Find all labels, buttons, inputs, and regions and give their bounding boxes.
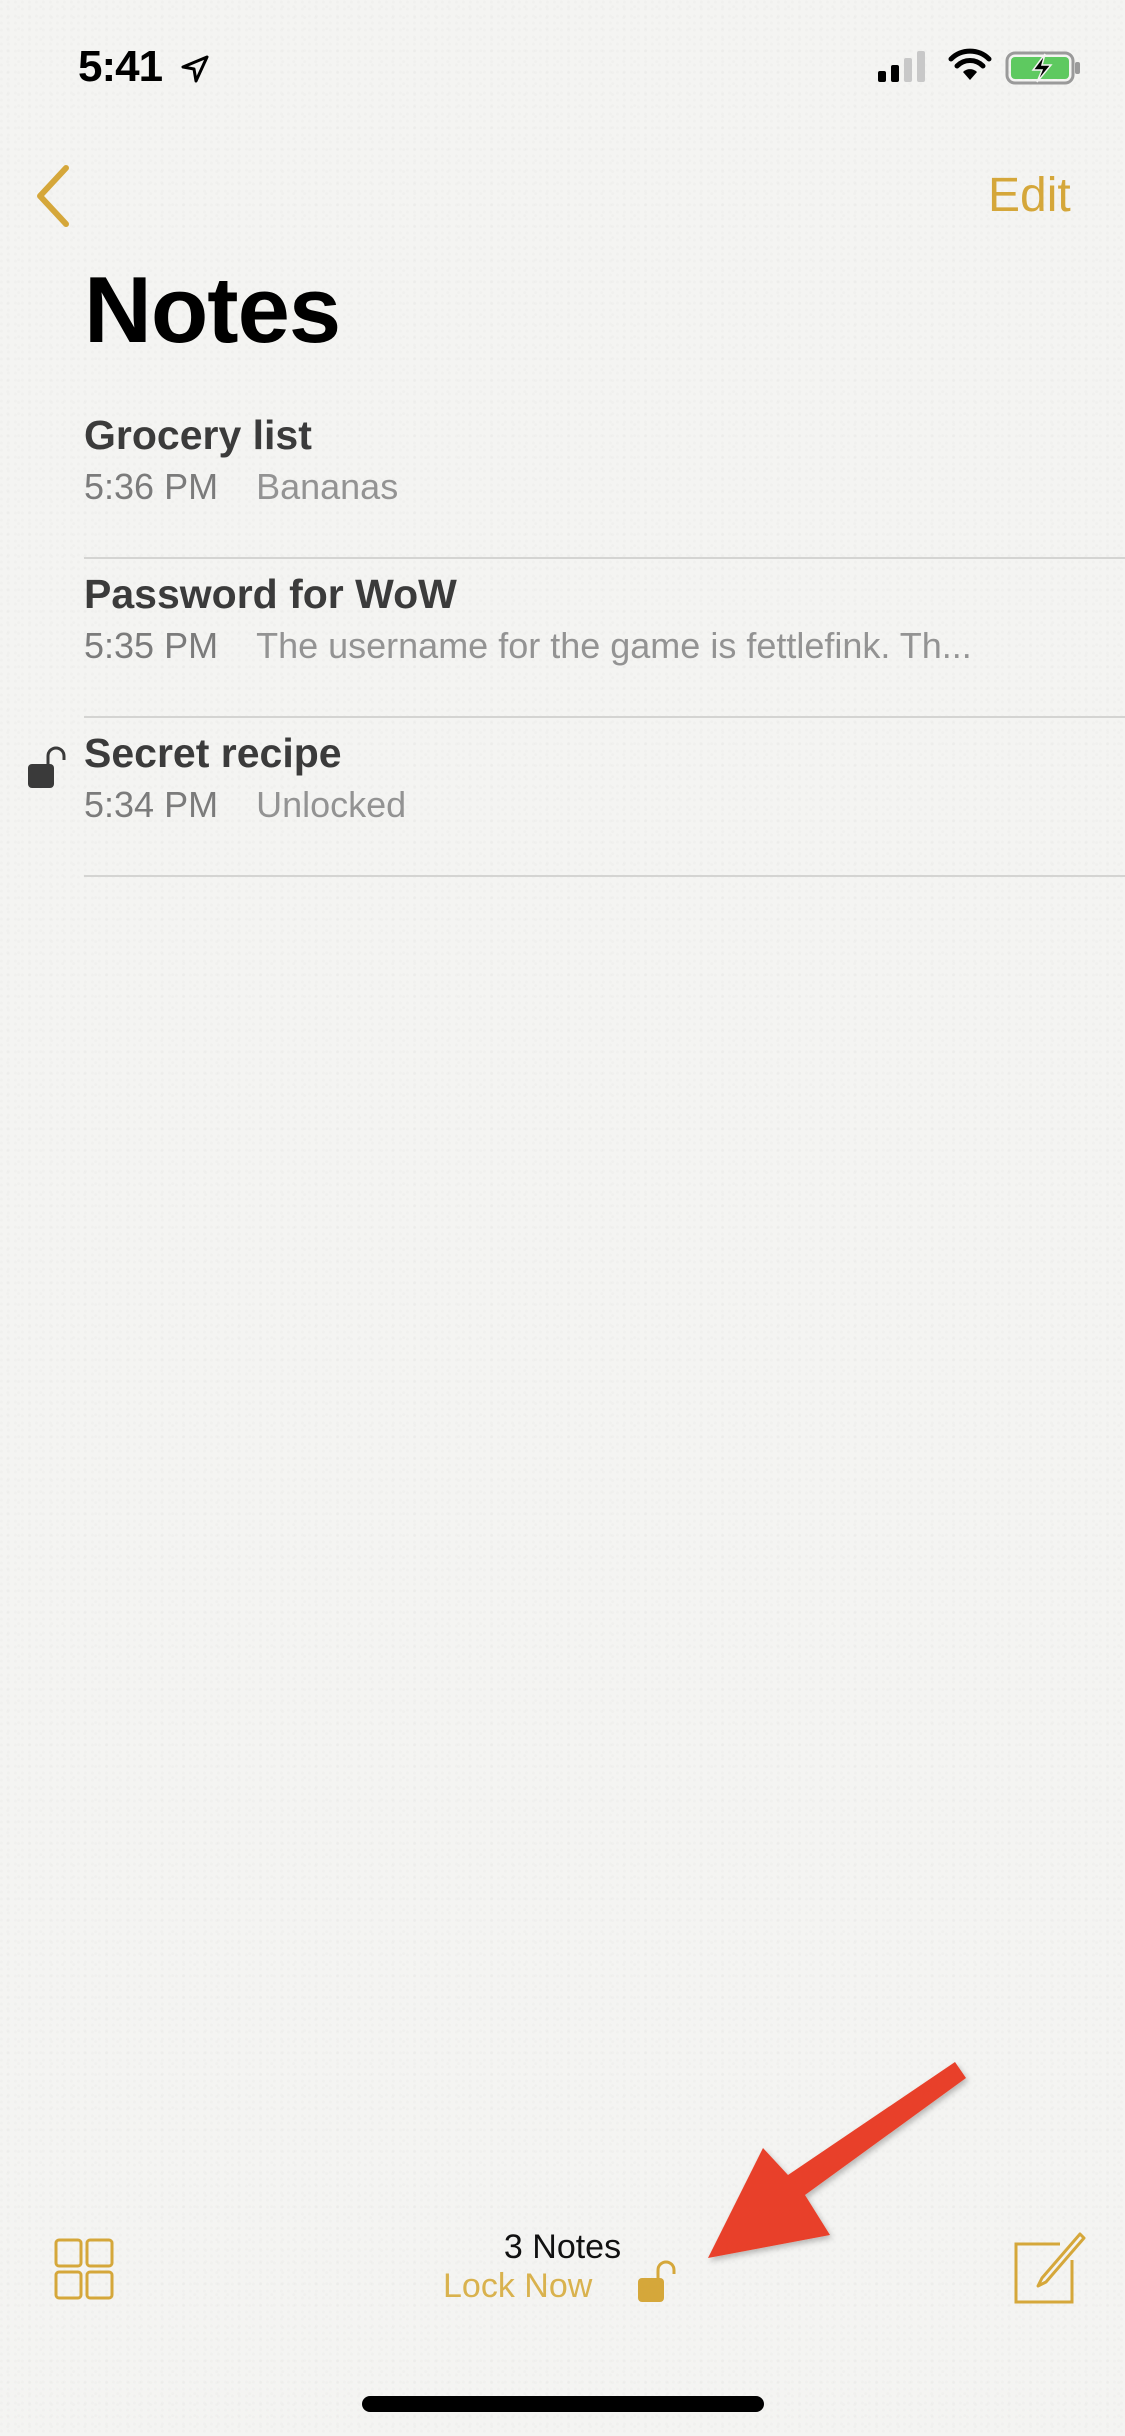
edit-button[interactable]: Edit <box>988 168 1071 223</box>
note-subtitle: 5:36 PM Bananas <box>84 466 398 508</box>
cellular-signal-icon <box>878 51 925 82</box>
compose-icon[interactable] <box>1010 2230 1086 2306</box>
back-button[interactable] <box>30 160 80 232</box>
note-preview: The username for the game is fettlefink.… <box>256 625 972 666</box>
note-time: 5:36 PM <box>84 466 219 507</box>
divider <box>84 875 1125 877</box>
lock-now-button[interactable]: Lock Now <box>443 2267 592 2306</box>
unlocked-padlock-icon[interactable] <box>636 2260 676 2304</box>
note-subtitle: 5:34 PM Unlocked <box>84 784 406 826</box>
notes-list: Grocery list 5:36 PM Bananas Password fo… <box>0 400 1125 877</box>
note-title: Grocery list <box>84 412 312 458</box>
note-title: Secret recipe <box>84 730 342 776</box>
note-time: 5:34 PM <box>84 784 219 825</box>
note-row-secret-recipe[interactable]: Secret recipe 5:34 PM Unlocked <box>0 718 1125 877</box>
note-time: 5:35 PM <box>84 625 219 666</box>
battery-charging-icon <box>1005 51 1080 85</box>
page-title: Notes <box>84 257 341 362</box>
location-arrow-icon <box>181 55 209 83</box>
note-row-grocery-list[interactable]: Grocery list 5:36 PM Bananas <box>0 400 1125 559</box>
status-time: 5:41 <box>78 42 163 91</box>
wifi-icon <box>948 48 992 80</box>
note-subtitle: 5:35 PM The username for the game is fet… <box>84 625 972 667</box>
note-row-password-for-wow[interactable]: Password for WoW 5:35 PM The username fo… <box>0 559 1125 718</box>
note-preview: Bananas <box>256 466 399 507</box>
note-title: Password for WoW <box>84 571 457 617</box>
note-preview: Unlocked <box>256 784 407 825</box>
home-indicator[interactable] <box>362 2396 764 2412</box>
unlocked-padlock-icon <box>28 746 66 788</box>
note-count: 3 Notes <box>503 2228 622 2266</box>
